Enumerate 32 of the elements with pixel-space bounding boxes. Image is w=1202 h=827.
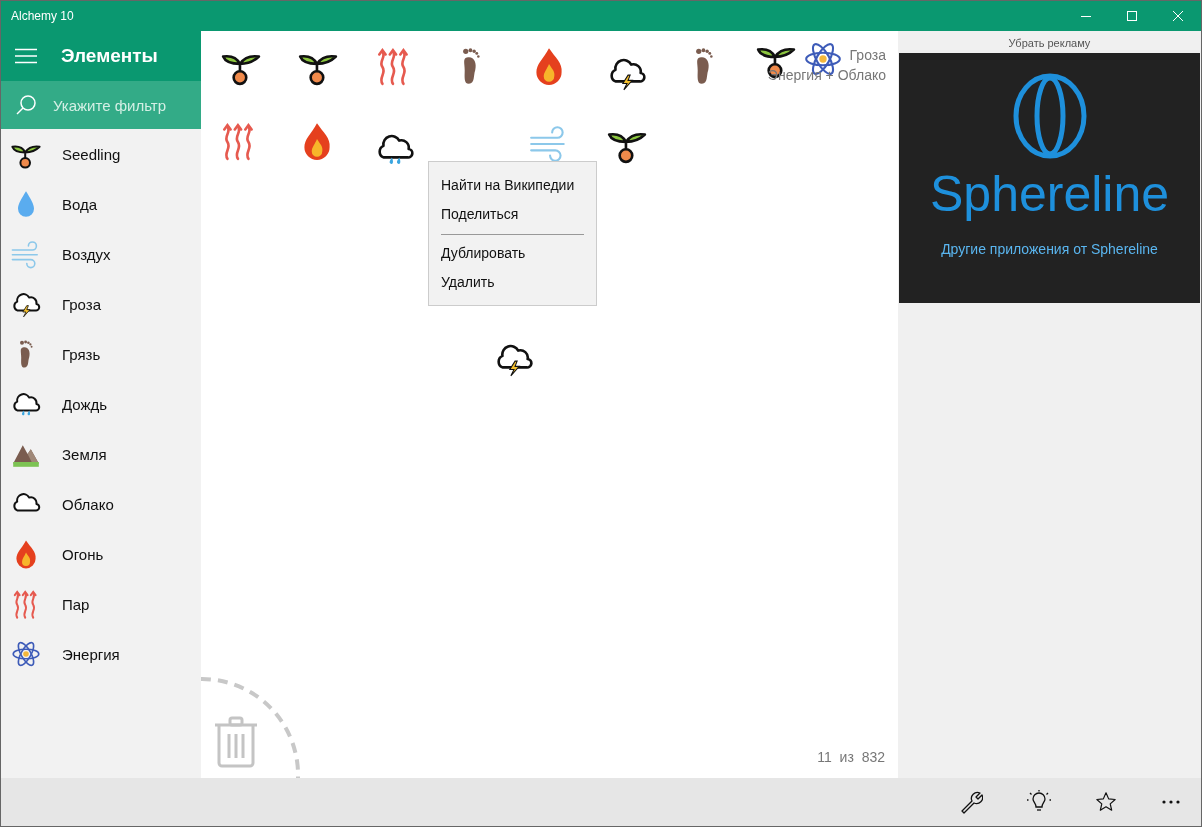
element-list-item[interactable]: Гроза bbox=[1, 279, 201, 329]
element-list-item[interactable]: Облако bbox=[1, 479, 201, 529]
apps-link[interactable]: Другие приложения от Sphereline bbox=[941, 241, 1158, 257]
sidebar-title: Элементы bbox=[61, 45, 158, 67]
remove-ads-link[interactable]: Убрать рекламу bbox=[1008, 31, 1091, 53]
element-list-item[interactable]: Воздух bbox=[1, 229, 201, 279]
more-icon[interactable] bbox=[1161, 799, 1181, 805]
lightbulb-icon[interactable] bbox=[1027, 790, 1051, 814]
element-list-item[interactable]: Огонь bbox=[1, 529, 201, 579]
menu-item[interactable]: Удалить bbox=[429, 268, 596, 297]
star-icon[interactable] bbox=[1095, 791, 1117, 813]
element-list-item[interactable]: Seedling bbox=[1, 129, 201, 179]
menu-item[interactable]: Поделиться bbox=[429, 200, 596, 229]
element-list-item[interactable]: Энергия bbox=[1, 629, 201, 679]
wrench-icon[interactable] bbox=[959, 790, 983, 814]
menu-item[interactable]: Дублировать bbox=[429, 239, 596, 268]
menu-item[interactable]: Найти на Википедии bbox=[429, 171, 596, 200]
search-icon bbox=[15, 94, 37, 116]
menu-icon[interactable] bbox=[15, 48, 37, 64]
element-list-item[interactable]: Пар bbox=[1, 579, 201, 629]
element-list-item[interactable]: Дождь bbox=[1, 379, 201, 429]
logo-icon bbox=[1011, 73, 1088, 159]
brand-name: Sphereline bbox=[929, 165, 1170, 223]
close-icon[interactable] bbox=[1172, 10, 1184, 22]
hint-result: Гроза bbox=[849, 47, 886, 63]
ad-banner[interactable]: Sphereline Другие приложения от Sphereline bbox=[899, 53, 1200, 303]
element-list-item[interactable]: Земля bbox=[1, 429, 201, 479]
maximize-icon[interactable] bbox=[1126, 10, 1138, 22]
window-title: Alchemy 10 bbox=[10, 9, 74, 23]
element-counter: 11 из 832 bbox=[817, 749, 885, 765]
element-list-item[interactable]: Грязь bbox=[1, 329, 201, 379]
element-list-item[interactable]: Вода bbox=[1, 179, 201, 229]
